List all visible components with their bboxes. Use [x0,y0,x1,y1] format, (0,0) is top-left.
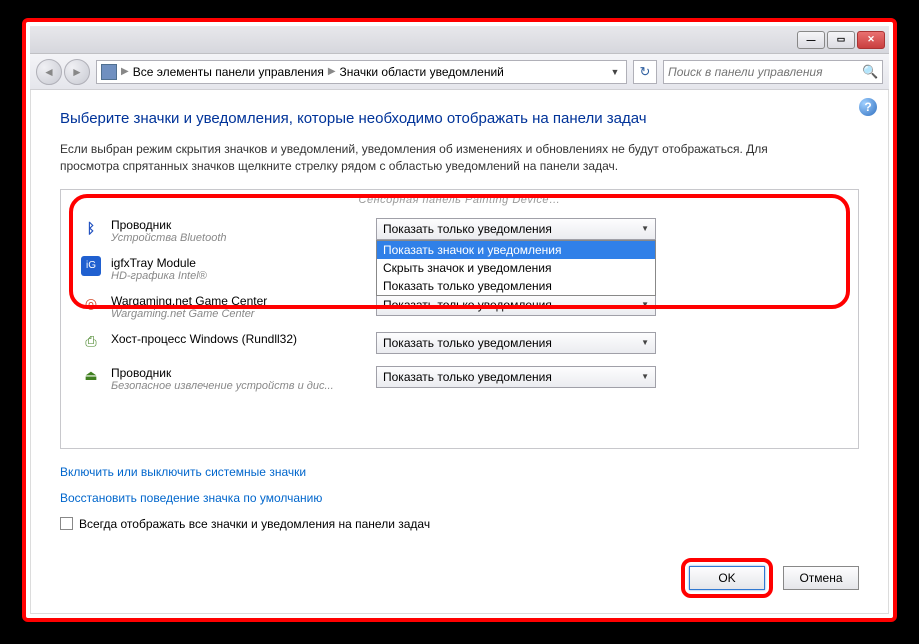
behavior-select[interactable]: Показать только уведомления [376,218,656,240]
behavior-dropdown: Показать значок и уведомления Скрыть зна… [376,240,656,296]
list-item: ⏏ Проводник Безопасное извлечение устрой… [81,360,838,398]
list-item: ⎙ Хост-процесс Windows (Rundll32) Показа… [81,326,838,360]
control-panel-icon [101,64,117,80]
dropdown-option[interactable]: Скрыть значок и уведомления [377,259,655,277]
search-input[interactable] [668,65,862,79]
breadcrumb-item[interactable]: Все элементы панели управления [133,65,324,79]
intel-icon: iG [81,256,101,276]
always-show-checkbox-row[interactable]: Всегда отображать все значки и уведомлен… [60,517,859,531]
close-button[interactable]: ✕ [857,31,885,49]
window-frame: — ▭ ✕ ◄ ► ▶ Все элементы панели управлен… [30,26,889,614]
item-title: Wargaming.net Game Center [111,294,366,308]
search-icon: 🔍 [862,64,878,80]
page-title: Выберите значки и уведомления, которые н… [60,110,859,127]
item-subtitle: Wargaming.net Game Center [111,308,366,320]
item-subtitle: HD-графика Intel® [111,270,366,282]
truncated-row-hint: Сенсорная панель Painting Device… [81,194,838,206]
refresh-button[interactable]: ↻ [633,60,657,84]
breadcrumb-item[interactable]: Значки области уведомлений [340,65,504,79]
breadcrumb[interactable]: ▶ Все элементы панели управления ▶ Значк… [96,60,627,84]
breadcrumb-dropdown-icon[interactable]: ▼ [608,67,622,77]
device-icon: ⎙ [81,332,101,352]
annotation-highlight: OK [681,558,773,598]
back-button[interactable]: ◄ [36,59,62,85]
chevron-right-icon: ▶ [328,66,336,77]
nav-bar: ◄ ► ▶ Все элементы панели управления ▶ З… [30,54,889,90]
item-subtitle: Устройства Bluetooth [111,232,366,244]
item-title: Проводник [111,218,366,232]
item-title: igfxTray Module [111,256,366,270]
page-description: Если выбран режим скрытия значков и увед… [60,141,780,175]
ok-button[interactable]: OK [689,566,765,590]
dropdown-option[interactable]: Показать значок и уведомления [377,241,655,259]
behavior-select[interactable]: Показать только уведомления [376,332,656,354]
cancel-button[interactable]: Отмена [783,566,859,590]
checkbox-icon[interactable] [60,517,73,530]
usb-eject-icon: ⏏ [81,366,101,386]
minimize-button[interactable]: — [797,31,825,49]
item-title: Проводник [111,366,366,380]
restore-defaults-link[interactable]: Восстановить поведение значка по умолчан… [60,491,859,505]
system-icons-link[interactable]: Включить или выключить системные значки [60,465,859,479]
behavior-select[interactable]: Показать только уведомления [376,366,656,388]
bluetooth-icon: ᛒ [81,218,101,238]
checkbox-label: Всегда отображать все значки и уведомлен… [79,517,430,531]
titlebar: — ▭ ✕ [30,26,889,54]
search-box[interactable]: 🔍 [663,60,883,84]
icon-list-frame: Сенсорная панель Painting Device… ᛒ Пров… [60,189,859,449]
help-icon[interactable]: ? [859,98,877,116]
content-area: ? Выберите значки и уведомления, которые… [30,90,889,548]
maximize-button[interactable]: ▭ [827,31,855,49]
behavior-select[interactable]: Показать только уведомления [376,294,656,316]
forward-button[interactable]: ► [64,59,90,85]
item-subtitle: Безопасное извлечение устройств и дис... [111,380,366,392]
item-title: Хост-процесс Windows (Rundll32) [111,332,366,346]
wargaming-icon: ◎ [81,294,101,314]
list-item: ᛒ Проводник Устройства Bluetooth Показат… [81,212,838,250]
button-bar: OK Отмена [30,548,889,614]
dropdown-option[interactable]: Показать только уведомления [377,277,655,295]
chevron-right-icon: ▶ [121,66,129,77]
